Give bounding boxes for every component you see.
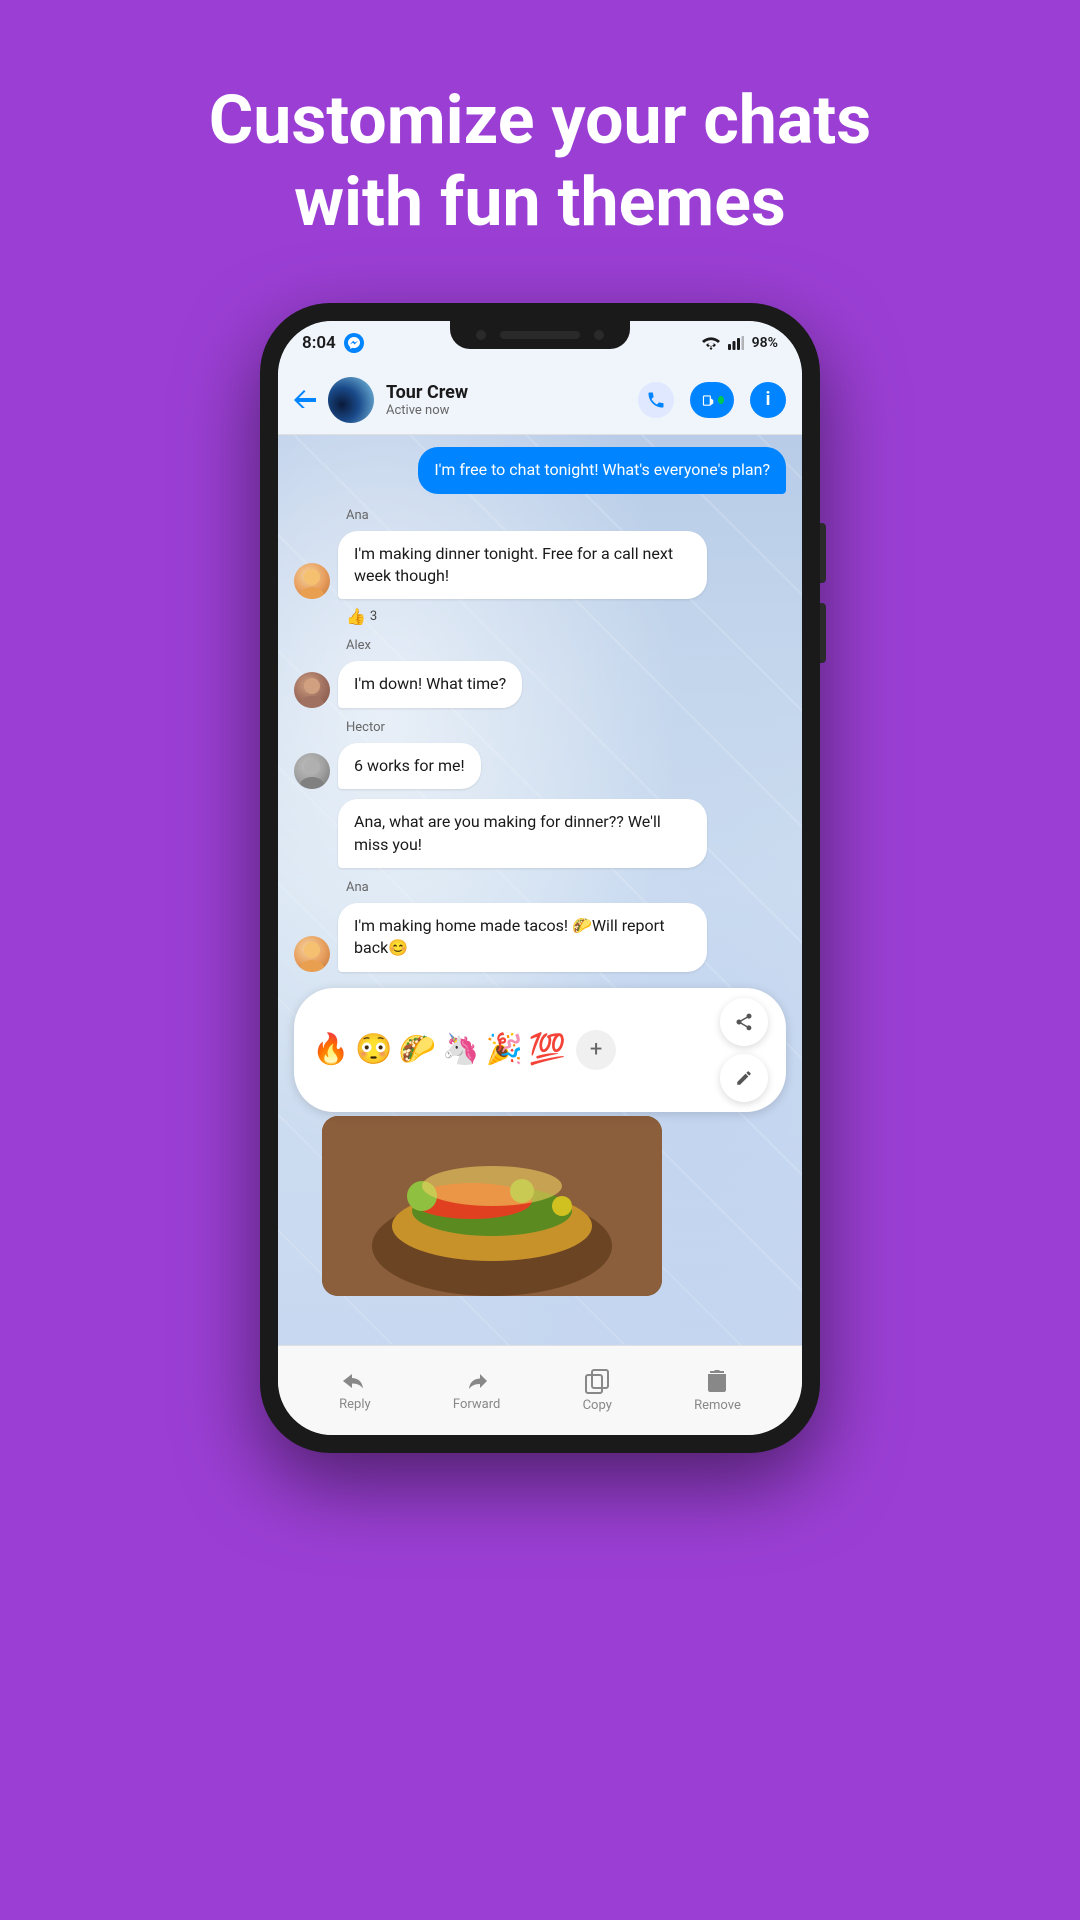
toolbar-copy[interactable]: Copy [583, 1368, 612, 1413]
phone-frame: 8:04 [260, 303, 820, 1453]
message-row-alex1: I'm down! What time? [294, 661, 786, 707]
remove-icon [705, 1368, 729, 1394]
status-time: 8:04 [302, 333, 336, 353]
battery-text: 98% [752, 335, 778, 351]
sender-label-hector: Hector [346, 720, 786, 735]
emoji-fire[interactable]: 🔥 [312, 1032, 349, 1067]
group-status: Active now [386, 403, 626, 418]
reply-icon [341, 1369, 369, 1393]
message-bubble-hector2: Ana, what are you making for dinner?? We… [338, 799, 707, 868]
camera-dot-right [594, 330, 604, 340]
speaker [500, 331, 580, 339]
group-name: Tour Crew [386, 382, 626, 403]
sender-label-alex: Alex [346, 638, 786, 653]
copy-label: Copy [583, 1398, 612, 1413]
message-bubble-ana2: I'm making home made tacos! 🌮Will report… [338, 903, 707, 972]
emoji-100[interactable]: 💯 [529, 1032, 566, 1067]
food-image [322, 1116, 662, 1296]
emoji-taco[interactable]: 🌮 [399, 1032, 436, 1067]
phone-screen: 8:04 [278, 321, 802, 1435]
message-row-hector2: Ana, what are you making for dinner?? We… [294, 799, 786, 868]
hero-line1: Customize your chats [209, 80, 871, 160]
message-bubble-hector1: 6 works for me! [338, 743, 481, 789]
group-avatar [328, 377, 374, 423]
forward-label: Forward [453, 1397, 500, 1412]
volume-button-1[interactable] [820, 523, 826, 583]
message-bubble-alex1: I'm down! What time? [338, 661, 522, 707]
reaction-emoji: 👍 [346, 607, 366, 626]
toolbar-remove[interactable]: Remove [694, 1368, 741, 1413]
status-icons: 98% [702, 335, 778, 351]
messenger-icon [344, 333, 364, 353]
emoji-eyes[interactable]: 😳 [355, 1032, 392, 1067]
reaction-count: 3 [370, 609, 377, 624]
video-call-button[interactable] [690, 382, 734, 418]
hero-line2: with fun themes [294, 162, 786, 242]
bottom-toolbar: Reply Forward Copy [278, 1345, 802, 1435]
message-bubble-ana1: I'm making dinner tonight. Free for a ca… [338, 531, 707, 600]
phone-notch [450, 321, 630, 349]
sender-label-ana: Ana [346, 508, 786, 523]
toolbar-forward[interactable]: Forward [453, 1369, 500, 1412]
avatar-ana [294, 563, 330, 599]
emoji-party[interactable]: 🎉 [485, 1032, 522, 1067]
avatar-hector [294, 753, 330, 789]
phone-call-button[interactable] [638, 382, 674, 418]
avatar-alex [294, 672, 330, 708]
hero-text: Customize your chats with fun themes [149, 80, 931, 243]
avatar-hector2 [294, 832, 330, 868]
message-row-ana1: I'm making dinner tonight. Free for a ca… [294, 531, 786, 600]
edit-button[interactable] [720, 1054, 768, 1102]
emoji-unicorn[interactable]: 🦄 [442, 1032, 479, 1067]
more-emoji-button[interactable]: + [576, 1030, 616, 1070]
chat-area: I'm free to chat tonight! What's everyon… [278, 435, 802, 1345]
signal-icon [728, 336, 744, 350]
header-info: Tour Crew Active now [386, 382, 626, 418]
chat-header: Tour Crew Active now i [278, 365, 802, 435]
messages-container: I'm free to chat tonight! What's everyon… [278, 435, 802, 984]
volume-button-2[interactable] [820, 603, 826, 663]
toolbar-reply[interactable]: Reply [339, 1369, 371, 1412]
sender-label-ana2: Ana [346, 880, 786, 895]
back-button[interactable] [294, 385, 316, 415]
copy-icon [584, 1368, 610, 1394]
message-row-ana2: I'm making home made tacos! 🌮Will report… [294, 903, 786, 972]
reply-label: Reply [339, 1397, 371, 1412]
wifi-icon [702, 336, 720, 350]
remove-label: Remove [694, 1398, 741, 1413]
forward-icon [463, 1369, 491, 1393]
share-button[interactable] [720, 998, 768, 1046]
reaction-badge-ana1: 👍 3 [346, 607, 786, 626]
outgoing-message-1: I'm free to chat tonight! What's everyon… [418, 447, 786, 493]
info-button[interactable]: i [750, 382, 786, 418]
header-actions: i [638, 382, 786, 418]
message-row-hector1: 6 works for me! [294, 743, 786, 789]
camera-dot-left [476, 330, 486, 340]
avatar-ana2 [294, 936, 330, 972]
emoji-reaction-bar: 🔥 😳 🌮 🦄 🎉 💯 + [294, 988, 786, 1112]
